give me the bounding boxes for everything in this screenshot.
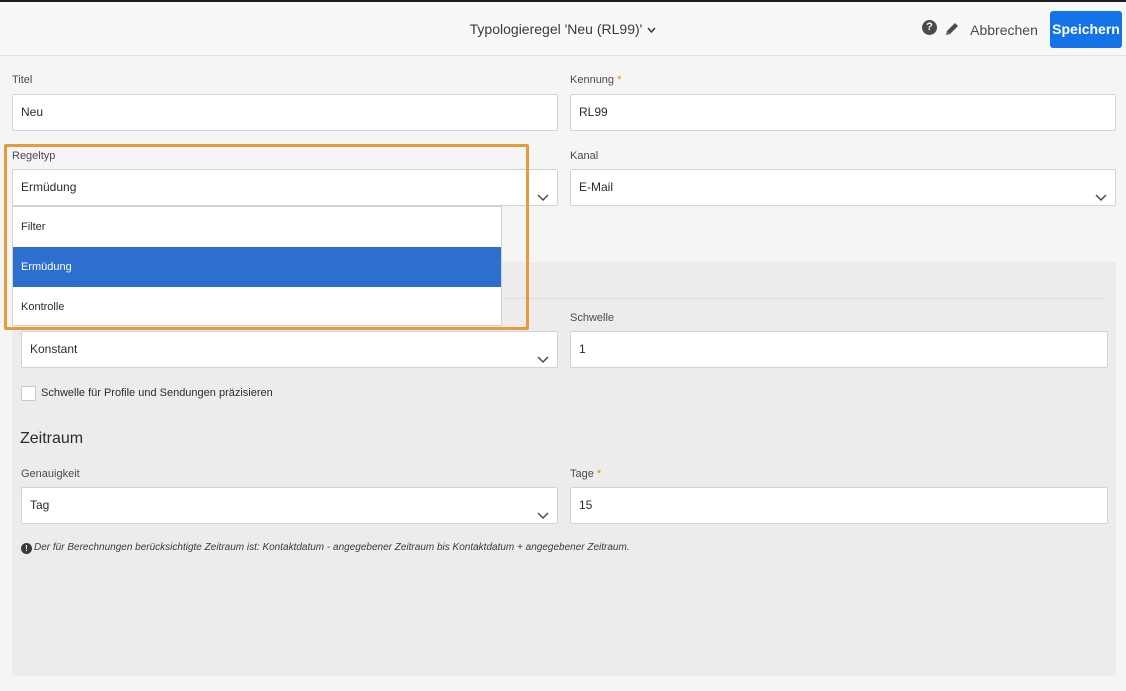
highlight-frame xyxy=(4,144,529,330)
chevron-down-icon xyxy=(537,344,549,364)
kennung-label: Kennung * xyxy=(570,74,621,86)
genauigkeit-value: Tag xyxy=(30,498,50,512)
chevron-down-icon xyxy=(537,182,549,202)
kanal-value: E-Mail xyxy=(579,180,614,194)
page-title-text: Typologieregel 'Neu (RL99)' xyxy=(469,21,643,37)
checkbox-label: Schwelle für Profile und Sendungen präzi… xyxy=(41,387,273,399)
info-note: ! Der für Berechnungen berücksichtigte Ze… xyxy=(21,542,630,554)
save-button[interactable]: Speichern xyxy=(1050,11,1122,48)
kennung-label-text: Kennung xyxy=(570,74,615,86)
info-text: Der für Berechnungen berücksichtigte Zei… xyxy=(34,542,630,553)
kennung-input[interactable]: RL99 xyxy=(570,94,1116,131)
chevron-down-icon xyxy=(537,500,549,520)
tage-label-text: Tage xyxy=(570,468,594,480)
header-bar: Typologieregel 'Neu (RL99)' ? Abbrechen … xyxy=(0,2,1126,56)
pencil-icon[interactable] xyxy=(943,20,961,38)
typ-value: Konstant xyxy=(30,342,78,356)
genauigkeit-select[interactable]: Tag xyxy=(21,487,558,524)
schwelle-label: Schwelle xyxy=(570,312,615,324)
titel-label: Titel xyxy=(12,74,33,86)
titel-input[interactable]: Neu xyxy=(12,94,558,131)
section-title-zeitraum: Zeitraum xyxy=(20,430,84,447)
schwelle-checkbox[interactable] xyxy=(21,386,36,401)
schwelle-input[interactable]: 1 xyxy=(570,331,1108,368)
kanal-label: Kanal xyxy=(570,150,599,162)
tage-label: Tage * xyxy=(570,468,601,480)
required-marker: * xyxy=(617,74,622,86)
cancel-button[interactable]: Abbrechen xyxy=(970,19,1038,41)
kanal-select[interactable]: E-Mail xyxy=(570,169,1116,206)
genauigkeit-label: Genauigkeit xyxy=(21,468,80,480)
chevron-down-icon xyxy=(1095,182,1107,202)
typ-select[interactable]: Konstant xyxy=(21,331,558,368)
help-icon[interactable]: ? xyxy=(922,20,937,35)
tage-input[interactable]: 15 xyxy=(570,487,1108,524)
required-marker: * xyxy=(596,468,602,480)
info-icon: ! xyxy=(21,543,32,554)
chevron-down-icon xyxy=(647,20,656,36)
